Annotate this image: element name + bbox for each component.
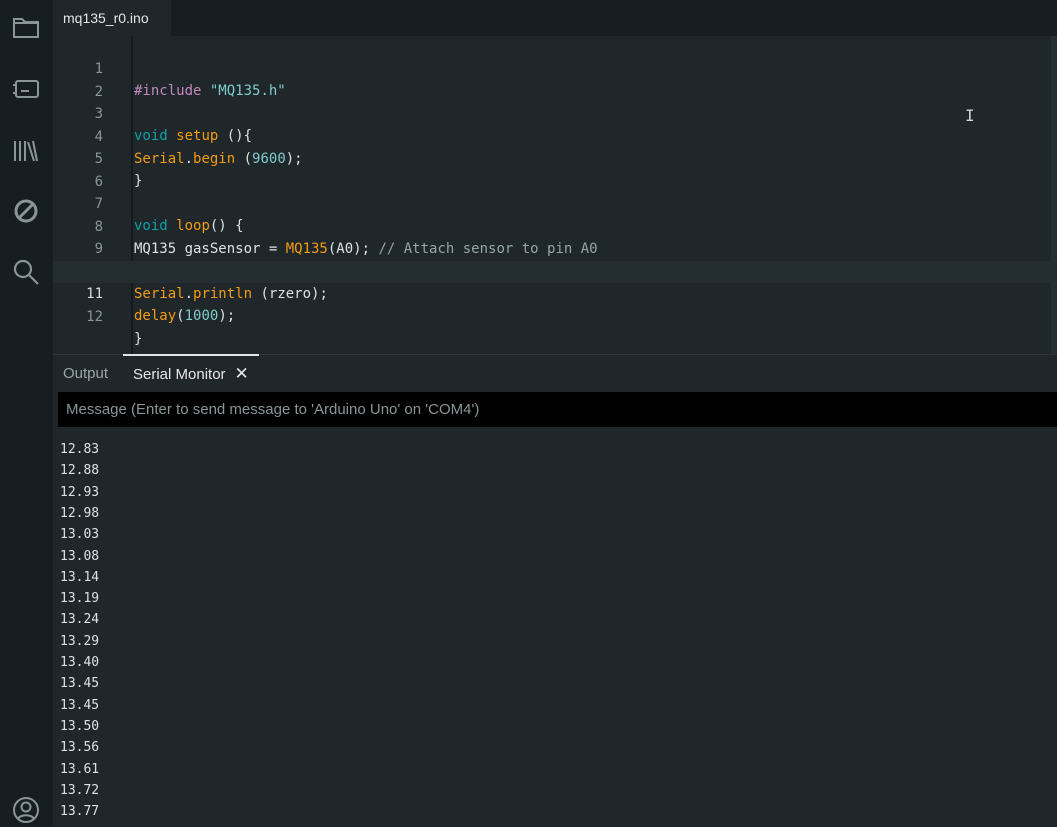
serial-output-line: 13.03 <box>60 527 100 543</box>
tab-output-label: Output <box>63 365 109 382</box>
code-text: delay(1000); <box>134 308 236 324</box>
debug-icon[interactable] <box>9 194 43 228</box>
file-tab[interactable]: mq135_r0.ino <box>53 0 171 36</box>
serial-output-line: 12.93 <box>60 484 100 500</box>
code-line: 3 void setup (){ <box>53 81 1057 144</box>
line-number: 12 <box>86 308 103 325</box>
file-tab-label: mq135_r0.ino <box>63 10 149 26</box>
serial-output-line: 13.29 <box>60 633 100 649</box>
folder-icon[interactable] <box>9 10 43 44</box>
serial-output-line: 13.77 <box>60 804 100 820</box>
serial-output-line: 13.45 <box>60 676 100 692</box>
serial-output-line: 13.14 <box>60 569 100 585</box>
library-icon[interactable] <box>9 134 43 168</box>
tab-serial-monitor[interactable]: Serial Monitor ✕ <box>123 354 259 392</box>
serial-message-input[interactable] <box>58 392 1057 427</box>
serial-output-line: 13.45 <box>60 697 100 713</box>
code-line: 6 <box>53 149 1057 190</box>
file-tab-bar: mq135_r0.ino <box>53 0 1057 36</box>
serial-output-line: 13.61 <box>60 761 100 777</box>
serial-output-line: 13.24 <box>60 612 100 628</box>
code-line: 8 MQ135 gasSensor = MQ135(A0); // Attach… <box>53 194 1057 257</box>
serial-output-line: 13.40 <box>60 655 100 670</box>
code-line: 1 #include "MQ135.h" <box>53 36 1057 99</box>
serial-output-line: 13.08 <box>60 548 100 564</box>
code-line: 7 void loop() { <box>53 171 1057 234</box>
code-line-active: 11 delay(1000); <box>53 261 1057 324</box>
code-line: 12 } <box>53 284 1057 347</box>
profile-icon[interactable] <box>9 793 43 827</box>
serial-output-line: 13.56 <box>60 740 100 756</box>
code-line: 5 } <box>53 126 1057 189</box>
close-icon[interactable]: ✕ <box>235 364 249 384</box>
search-icon[interactable] <box>9 255 43 289</box>
code-text: } <box>134 330 143 347</box>
serial-output-area[interactable]: 12.83 12.88 12.93 12.98 13.03 13.08 13.1… <box>53 427 1057 827</box>
tab-output[interactable]: Output <box>63 355 108 392</box>
tab-serial-monitor-label: Serial Monitor <box>133 365 226 383</box>
serial-output-line: 13.72 <box>60 782 100 798</box>
code-line: 10 Serial.println (rzero); <box>53 239 1057 302</box>
serial-output-line: 12.88 <box>60 463 100 479</box>
code-line: 2 <box>53 59 1057 100</box>
panel-tab-bar: Output Serial Monitor ✕ <box>53 354 1057 392</box>
activity-sidebar <box>0 0 53 827</box>
serial-output-line: 12.98 <box>60 505 100 521</box>
code-line: 4 Serial.begin (9600); <box>53 104 1057 167</box>
code-line: 9 float rzero = gasSensor.getRZero(); <box>53 216 1057 279</box>
serial-output-line: 13.19 <box>60 591 100 607</box>
board-icon[interactable] <box>9 72 43 106</box>
serial-output-line: 13.50 <box>60 718 100 734</box>
serial-output-line: 12.83 <box>60 442 100 457</box>
code-editor[interactable]: 1 #include "MQ135.h" 2 3 void setup (){ … <box>53 36 1057 354</box>
text-cursor-icon: I <box>965 106 975 125</box>
